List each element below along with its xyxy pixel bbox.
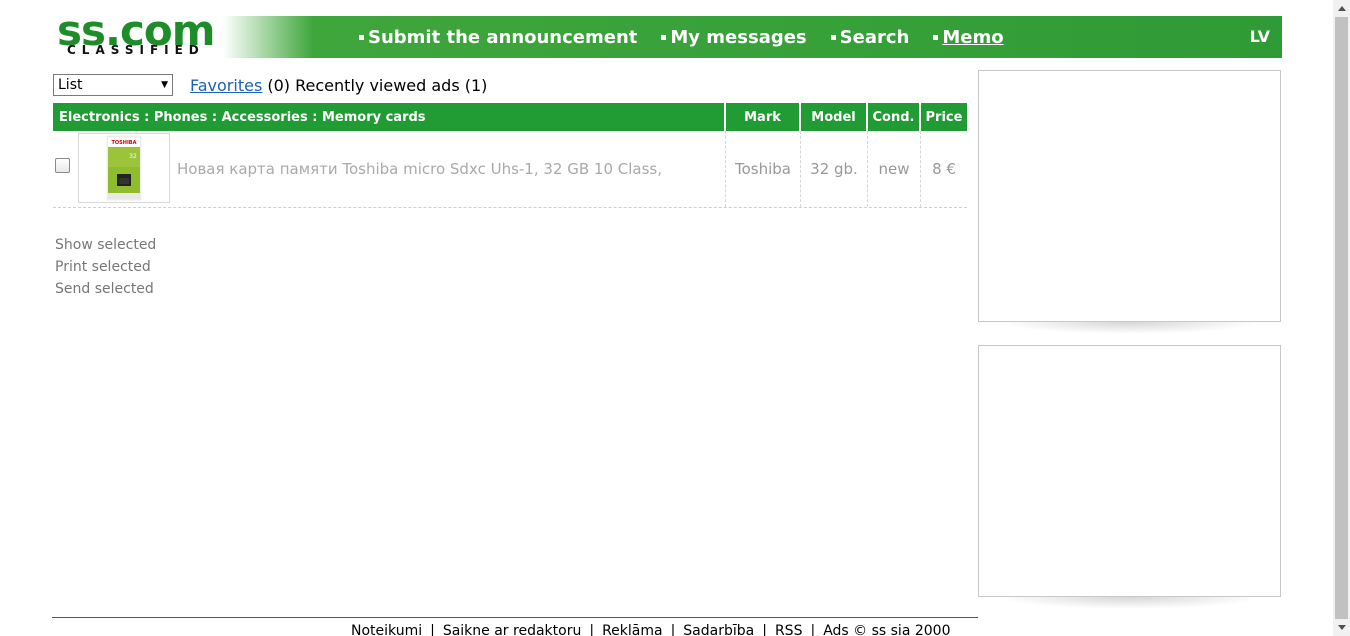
footer-divider [52, 617, 978, 618]
scrollbar-thumb[interactable] [1335, 17, 1348, 619]
memory-card-package-icon: TOSHIBA 32 [106, 135, 142, 201]
ads-table: Electronics : Phones : Accessories : Mem… [53, 103, 967, 208]
selection-actions: Show selected Print selected Send select… [55, 234, 156, 300]
logo-subtitle: CLASSIFIED [67, 43, 205, 57]
vertical-scrollbar[interactable] [1333, 0, 1350, 636]
price-column-header[interactable]: Price [921, 103, 967, 131]
toolbar: List ▼ Favorites (0) Recently viewed ads… [53, 74, 487, 96]
banner-shadow [998, 597, 1261, 609]
scroll-up-arrow-icon[interactable] [1333, 0, 1350, 17]
bullet-icon [830, 34, 836, 40]
ad-cell: TOSHIBA 32 Новая карта памяти Toshiba mi… [53, 131, 726, 207]
print-selected-link[interactable]: Print selected [55, 256, 156, 278]
show-selected-link[interactable]: Show selected [55, 234, 156, 256]
ad-banner-bottom[interactable] [978, 345, 1281, 597]
condition-cell: new [868, 131, 921, 207]
table-row: TOSHIBA 32 Новая карта памяти Toshiba mi… [53, 131, 967, 208]
favorites-link[interactable]: Favorites [190, 76, 262, 95]
nav-submit-announcement[interactable]: Submit the announcement [359, 27, 637, 48]
bullet-icon [933, 34, 939, 40]
mark-cell: Toshiba [726, 131, 801, 207]
recently-viewed-text: Recently viewed ads (1) [295, 75, 488, 95]
footer-link-advertising[interactable]: Reklāma [602, 623, 663, 636]
view-mode-select[interactable]: List ▼ [53, 74, 173, 96]
language-switch[interactable]: LV [1250, 27, 1270, 46]
ad-title-link[interactable]: Новая карта памяти Toshiba micro Sdxc Uh… [177, 131, 662, 207]
ad-banner-top[interactable] [978, 70, 1281, 322]
price-cell: 8 € [932, 160, 956, 178]
nav-memo[interactable]: Memo [933, 27, 1004, 48]
category-breadcrumb-header[interactable]: Electronics : Phones : Accessories : Mem… [53, 103, 726, 131]
svg-text:32: 32 [129, 153, 137, 160]
model-column-header[interactable]: Model [801, 103, 868, 131]
footer-link-rules[interactable]: Noteikumi [351, 623, 422, 636]
header-bar: ss.com CLASSIFIED Submit the announcemen… [53, 10, 1282, 58]
model-cell: 32 gb. [801, 131, 868, 207]
favorites-summary: Favorites (0) Recently viewed ads (1) [190, 76, 487, 95]
nav-search[interactable]: Search [830, 27, 909, 48]
mark-column-header[interactable]: Mark [726, 103, 801, 131]
footer-link-contact-editor[interactable]: Saikne ar redaktoru [443, 623, 582, 636]
nav-my-messages[interactable]: My messages [661, 27, 807, 48]
footer-link-cooperation[interactable]: Sadarbība [683, 623, 754, 636]
banner-shadow [998, 322, 1261, 334]
view-mode-value: List [58, 77, 83, 93]
favorites-count: (0) [267, 75, 291, 95]
ad-thumbnail[interactable]: TOSHIBA 32 [78, 133, 170, 203]
svg-text:TOSHIBA: TOSHIBA [112, 140, 137, 146]
table-header: Electronics : Phones : Accessories : Mem… [53, 103, 967, 131]
condition-column-header[interactable]: Cond. [868, 103, 921, 131]
bullet-icon [359, 34, 364, 40]
top-navigation: Submit the announcement My messages Sear… [359, 16, 1004, 58]
footer-copyright: Ads © ss sia 2000 [823, 623, 951, 636]
send-selected-link[interactable]: Send selected [55, 278, 156, 300]
dropdown-arrow-icon: ▼ [161, 80, 168, 90]
site-logo[interactable]: ss.com CLASSIFIED [57, 10, 227, 58]
bullet-icon [661, 34, 667, 40]
footer-links: Noteikumi | Saikne ar redaktoru | Reklāma | Sa… [351, 623, 950, 636]
scroll-down-arrow-icon[interactable] [1333, 619, 1350, 636]
footer-link-rss[interactable]: RSS [775, 623, 803, 636]
select-ad-checkbox[interactable] [55, 158, 70, 173]
